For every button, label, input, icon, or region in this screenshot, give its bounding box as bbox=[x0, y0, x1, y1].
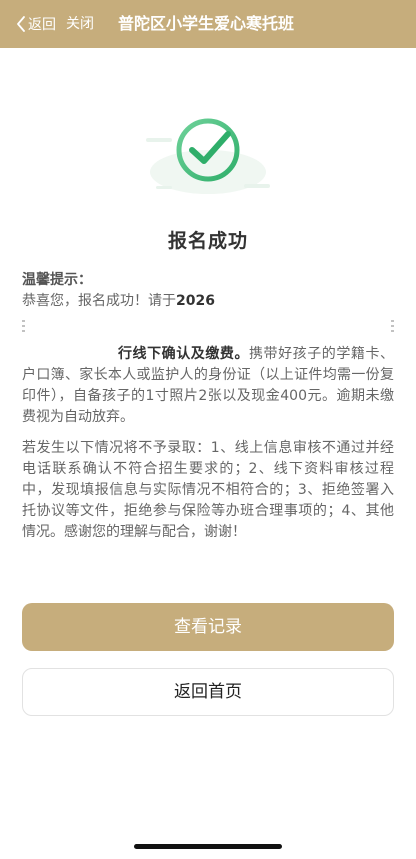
close-button[interactable]: 关闭 bbox=[66, 0, 94, 48]
page-title: 普陀区小学生爱心寒托班 bbox=[118, 14, 295, 33]
tips-paragraph-1-start: 恭喜您，报名成功！请于2026 bbox=[22, 291, 394, 312]
back-home-button[interactable]: 返回首页 bbox=[22, 668, 394, 716]
tips-paragraph-1-rest: 行线下确认及缴费。携带好孩子的学籍卡、户口簿、家长本人或监护人的身份证（以上证件… bbox=[22, 344, 394, 428]
back-button-label: 返回 bbox=[28, 17, 56, 33]
tips-section: 温馨提示： 恭喜您，报名成功！请于2026 行线下确认及缴费。携带好孩子的学籍卡… bbox=[22, 270, 394, 543]
tips-paragraph-2: 若发生以下情况将不予录取：1、线上信息审核不通过并经电话联系确认不符合招生要求的… bbox=[22, 440, 394, 540]
tips-text: 恭喜您，报名成功！请于 bbox=[22, 293, 176, 309]
back-button[interactable]: 返回 bbox=[16, 0, 56, 48]
check-circle-icon bbox=[146, 118, 270, 194]
home-indicator bbox=[134, 844, 282, 849]
redacted-area bbox=[22, 312, 394, 356]
view-records-button[interactable]: 查看记录 bbox=[22, 603, 394, 651]
chevron-left-icon bbox=[16, 16, 26, 32]
tips-year: 2026 bbox=[176, 293, 215, 309]
success-title: 报名成功 bbox=[167, 230, 248, 252]
tips-label: 温馨提示： bbox=[22, 272, 92, 288]
nav-bar: 返回 关闭 普陀区小学生爱心寒托班 bbox=[0, 0, 416, 48]
success-graphic bbox=[140, 112, 276, 202]
